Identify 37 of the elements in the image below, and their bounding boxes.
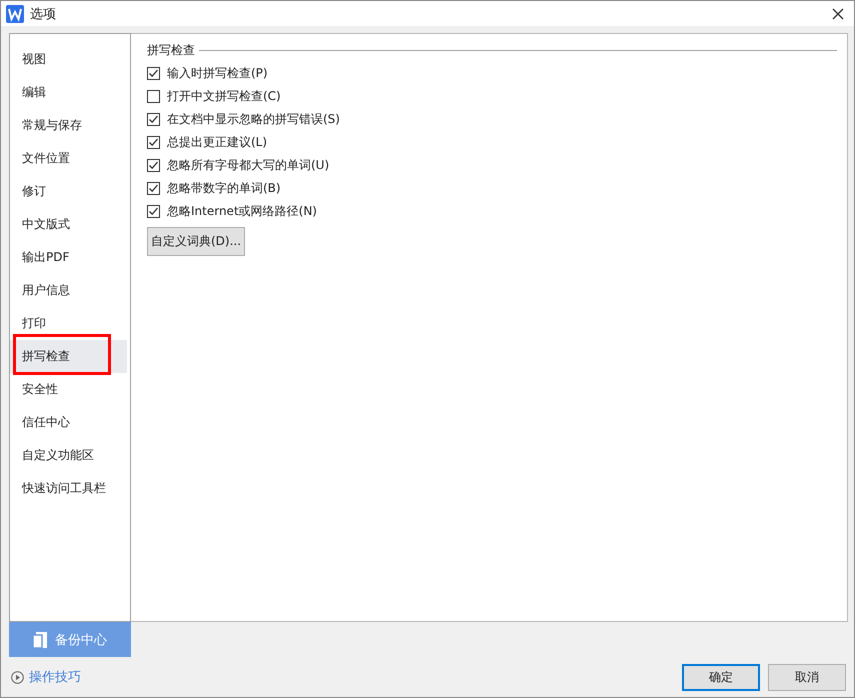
app-logo-icon	[6, 4, 24, 22]
sidebar-item[interactable]: 文件位置	[10, 142, 127, 175]
section-title: 拼写检查	[147, 42, 195, 58]
checkbox[interactable]	[147, 182, 160, 195]
sidebar-item[interactable]: 拼写检查	[10, 340, 127, 373]
sidebar-item[interactable]: 信任中心	[10, 406, 127, 439]
checkbox-option[interactable]: 忽略所有字母都大写的单词(U)	[147, 154, 330, 177]
sidebar-item[interactable]: 编辑	[10, 76, 127, 109]
tips-link[interactable]: 操作技巧	[11, 668, 81, 686]
sidebar-item[interactable]: 输出PDF	[10, 241, 127, 274]
window-title: 选项	[30, 6, 56, 22]
sidebar-item[interactable]: 视图	[10, 43, 127, 76]
sidebar-item[interactable]: 快速访问工具栏	[10, 472, 127, 505]
sidebar-item[interactable]: 常规与保存	[10, 109, 127, 142]
custom-dictionary-button[interactable]: 自定义词典(D)...	[147, 227, 246, 256]
checkbox[interactable]	[147, 67, 160, 80]
document-icon	[33, 632, 47, 648]
sidebar-item[interactable]: 自定义功能区	[10, 439, 127, 472]
play-icon	[11, 670, 24, 684]
checkbox[interactable]	[147, 113, 160, 126]
checkbox[interactable]	[147, 159, 160, 172]
checkbox-option[interactable]: 打开中文拼写检查(C)	[147, 85, 281, 108]
checkbox-option[interactable]: 总提出更正建议(L)	[147, 131, 268, 154]
ok-button[interactable]: 确定	[682, 664, 760, 690]
checkbox-option[interactable]: 忽略Internet或网络路径(N)	[147, 200, 317, 223]
cancel-button[interactable]: 取消	[768, 664, 846, 690]
checkbox-option[interactable]: 输入时拼写检查(P)	[147, 62, 268, 85]
checkbox[interactable]	[147, 90, 160, 103]
sidebar-item[interactable]: 中文版式	[10, 208, 127, 241]
sidebar-item[interactable]: 用户信息	[10, 274, 127, 307]
checkbox[interactable]	[147, 136, 160, 149]
checkbox[interactable]	[147, 205, 160, 218]
sidebar-item[interactable]: 打印	[10, 307, 127, 340]
checkbox-option[interactable]: 忽略带数字的单词(B)	[147, 177, 281, 200]
sidebar-item[interactable]: 安全性	[10, 373, 127, 406]
checkbox-option[interactable]: 在文档中显示忽略的拼写错误(S)	[147, 108, 340, 131]
sidebar-item[interactable]: 修订	[10, 175, 127, 208]
